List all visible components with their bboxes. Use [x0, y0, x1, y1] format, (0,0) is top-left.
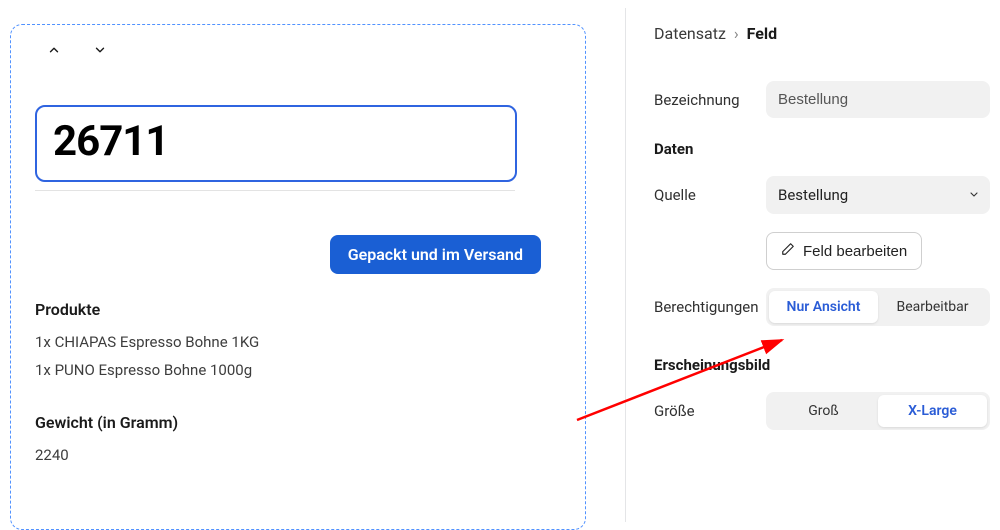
label-permissions: Berechtigun­gen — [654, 288, 766, 316]
label-size: Größe — [654, 402, 766, 420]
label-bezeichnung: Bezeichnung — [654, 91, 766, 109]
quelle-select[interactable]: Bestellung — [766, 176, 990, 214]
main-canvas-area: 26711 Gepackt und im Versand Produkte 1x… — [0, 8, 626, 522]
edit-field-label: Feld bearbeiten — [803, 243, 907, 260]
segment-view-only[interactable]: Nur Ansicht — [769, 291, 878, 323]
record-nav — [47, 43, 567, 57]
divider — [35, 190, 515, 191]
properties-panel: Datensatz › Feld Bezeichnung Daten Quell… — [632, 0, 1000, 456]
size-toggle: Groß X-Large — [766, 392, 990, 430]
breadcrumb-current: Feld — [747, 24, 778, 43]
order-number-field[interactable]: 26711 — [35, 105, 517, 182]
products-label: Produkte — [35, 300, 567, 319]
breadcrumb-parent[interactable]: Datensatz — [654, 24, 726, 43]
record-card[interactable]: 26711 Gepackt und im Versand Produkte 1x… — [10, 24, 586, 530]
section-appearance: Erscheinungsbild — [654, 356, 990, 374]
weight-value: 2240 — [35, 446, 567, 464]
section-data: Daten — [654, 140, 990, 158]
breadcrumb: Datensatz › Feld — [654, 24, 990, 43]
chevron-up-icon[interactable] — [47, 43, 61, 57]
segment-xlarge[interactable]: X-Large — [878, 395, 987, 427]
segment-editable[interactable]: Bearbeitbar — [878, 291, 987, 323]
permissions-toggle: Nur Ansicht Bearbeitbar — [766, 288, 990, 326]
pencil-icon — [781, 242, 795, 260]
bezeichnung-input[interactable] — [766, 81, 990, 118]
chevron-down-icon[interactable] — [93, 43, 107, 57]
product-line: 1x PUNO Espresso Bohne 1000g — [35, 361, 567, 379]
segment-large[interactable]: Groß — [769, 395, 878, 427]
label-quelle: Quelle — [654, 186, 766, 204]
weight-label: Gewicht (in Gramm) — [35, 413, 567, 432]
breadcrumb-separator: › — [734, 24, 739, 43]
product-line: 1x CHIAPAS Espresso Bohne 1KG — [35, 333, 567, 351]
status-badge: Gepackt und im Versand — [330, 235, 541, 274]
edit-field-button[interactable]: Feld bearbeiten — [766, 232, 922, 270]
